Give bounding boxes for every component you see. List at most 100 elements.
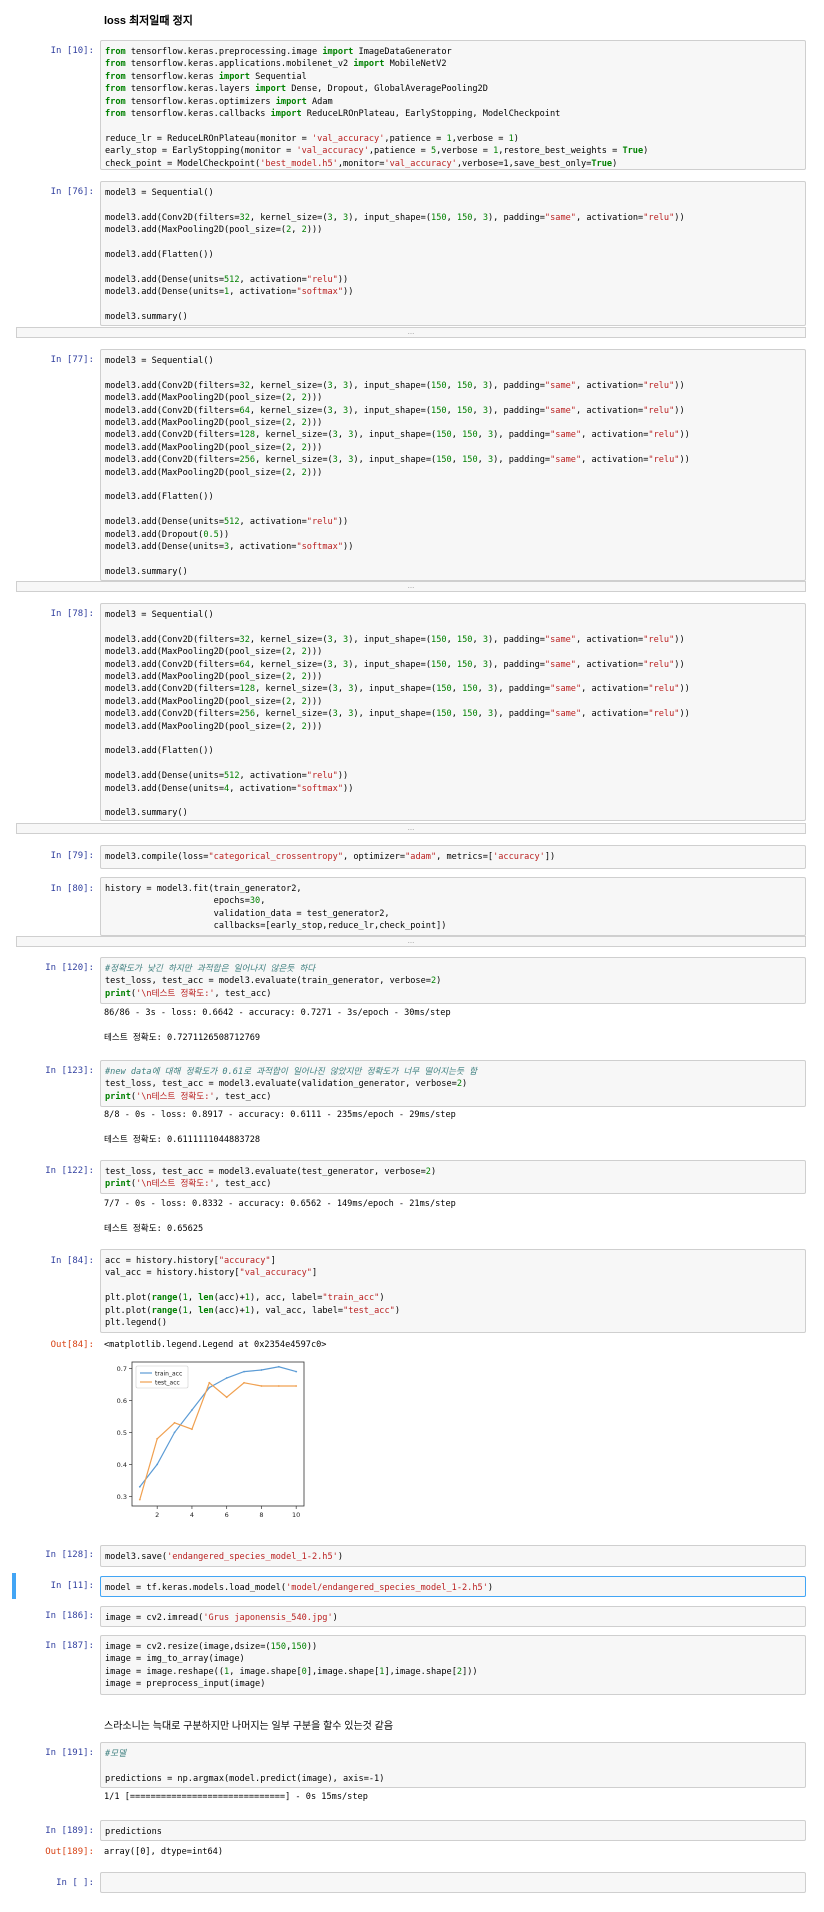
code-token: , bbox=[332, 212, 344, 223]
code-token: 512 bbox=[224, 517, 240, 528]
code-token: Adam bbox=[306, 96, 333, 107]
code-cell-imread[interactable]: image = cv2.imread('Grus japonensis_540.… bbox=[100, 1606, 806, 1627]
code-token: ), input_shape=( bbox=[348, 212, 432, 223]
code-token: , bbox=[337, 430, 349, 441]
output-eval-test: 7/7 - 0s - loss: 0.8332 - accuracy: 0.65… bbox=[104, 1198, 804, 1235]
code-cell-empty[interactable] bbox=[100, 1872, 806, 1893]
code-token: from bbox=[105, 59, 126, 70]
code-token: , bbox=[187, 1305, 199, 1316]
code-token: ))) bbox=[306, 647, 323, 658]
code-token: 0.5 bbox=[203, 529, 219, 540]
code-token: , bbox=[332, 659, 344, 670]
code-token: , bbox=[332, 380, 344, 391]
code-token: )) bbox=[674, 659, 685, 670]
code-token: ,verbose = bbox=[436, 146, 494, 157]
code-token: model3.add(MaxPooling2D(pool_size=( bbox=[105, 696, 287, 707]
code-cell-load-model[interactable]: model = tf.keras.models.load_model('mode… bbox=[100, 1576, 806, 1597]
code-token: , kernel_size=( bbox=[255, 455, 333, 466]
x-tick-label: 2 bbox=[155, 1511, 159, 1519]
prompt-in-77: In [77]: bbox=[50, 355, 94, 365]
code-cell-model-v2[interactable]: model3 = Sequential() model3.add(Conv2D(f… bbox=[100, 349, 806, 581]
code-token: ] bbox=[311, 1268, 318, 1279]
code-cell-eval-test[interactable]: test_loss, test_acc = model3.evaluate(te… bbox=[100, 1160, 806, 1194]
code-cell-preprocess[interactable]: image = cv2.resize(image,dsize=(150,150)… bbox=[100, 1635, 806, 1695]
code-token: , activation= bbox=[581, 684, 649, 695]
code-line: model3.add(Conv2D(filters=128, kernel_si… bbox=[105, 683, 801, 695]
code-token: ), padding= bbox=[488, 659, 545, 670]
code-line: image = preprocess_input(image) bbox=[105, 1678, 801, 1690]
code-line: model3.add(Flatten()) bbox=[105, 491, 801, 503]
code-token: )) bbox=[679, 684, 690, 695]
code-line: print('\n테스트 정확도:', test_acc) bbox=[105, 988, 801, 1000]
data-point-test_acc bbox=[260, 1385, 263, 1387]
output-line: 8/8 - 0s - loss: 0.8917 - accuracy: 0.61… bbox=[104, 1110, 456, 1120]
code-token: ImageDataGenerator bbox=[353, 47, 452, 57]
code-token: 150 bbox=[456, 380, 473, 391]
code-cell-imports[interactable]: from tensorflow.keras.preprocessing.imag… bbox=[100, 40, 806, 170]
code-token: ), padding= bbox=[488, 405, 545, 416]
code-token: 'accuracy' bbox=[493, 852, 545, 862]
code-token: from bbox=[105, 71, 126, 82]
code-cell-model-v3[interactable]: model3 = Sequential() model3.add(Conv2D(f… bbox=[100, 603, 806, 821]
collapsed-output-76[interactable]: ... bbox=[16, 327, 806, 338]
code-token: model3.add(MaxPooling2D(pool_size=( bbox=[105, 393, 287, 404]
code-cell-save-model[interactable]: model3.save('endangered_species_model_1-… bbox=[100, 1545, 806, 1567]
code-token: model3.add(Conv2D(filters= bbox=[105, 380, 240, 391]
code-token: 64 bbox=[239, 659, 250, 670]
collapsed-output-77[interactable]: ... bbox=[16, 581, 806, 592]
prompt-in-79: In [79]: bbox=[50, 851, 94, 861]
code-token: model3.save( bbox=[105, 1552, 168, 1562]
code-line: from tensorflow.keras import Sequential bbox=[105, 71, 801, 83]
code-line: model3.summary() bbox=[105, 807, 801, 819]
code-token: ,patience = bbox=[384, 133, 447, 144]
code-token: model = tf.keras.models.load_model( bbox=[105, 1583, 287, 1593]
code-token: 'endangered_species_model_1-2.h5' bbox=[167, 1552, 338, 1562]
code-line: early_stop = EarlyStopping(monitor = 'va… bbox=[105, 145, 801, 157]
code-token: , kernel_size=( bbox=[249, 212, 328, 223]
output-eval-train: 86/86 - 3s - loss: 0.6642 - accuracy: 0.… bbox=[104, 1007, 804, 1044]
code-token: tensorflow.keras.layers bbox=[125, 84, 256, 95]
code-token: tensorflow.keras.applications.mobilenet_… bbox=[125, 59, 354, 70]
code-line: #정확도가 낮긴 하지만 과적합은 일어나지 않은듯 하다 bbox=[105, 963, 801, 975]
code-cell-model-v1[interactable]: model3 = Sequential() model3.add(Conv2D(f… bbox=[100, 181, 806, 326]
code-line: model3.add(Conv2D(filters=32, kernel_siz… bbox=[105, 634, 801, 646]
code-token: )) bbox=[679, 455, 690, 466]
code-token: , kernel_size=( bbox=[255, 430, 333, 441]
code-token: range bbox=[151, 1293, 178, 1304]
code-token: , activation= bbox=[239, 517, 307, 528]
code-line: model3.add(Conv2D(filters=64, kernel_siz… bbox=[105, 405, 801, 417]
code-line: test_loss, test_acc = model3.evaluate(tr… bbox=[105, 975, 801, 987]
collapsed-output-78[interactable]: ... bbox=[16, 823, 806, 834]
legend-label-test_acc: test_acc bbox=[155, 1379, 180, 1386]
code-cell-eval-train[interactable]: #정확도가 낮긴 하지만 과적합은 일어나지 않은듯 하다 test_loss, … bbox=[100, 957, 806, 1004]
code-token: ), input_shape=( bbox=[353, 455, 437, 466]
code-token: ))) bbox=[306, 721, 323, 732]
code-token: "same" bbox=[544, 634, 576, 645]
code-cell-predictions[interactable]: predictions bbox=[100, 1820, 806, 1841]
data-point-test_acc bbox=[243, 1381, 245, 1384]
collapsed-output-80[interactable]: ... bbox=[16, 936, 806, 947]
code-cell-compile[interactable]: model3.compile(loss="categorical_crossen… bbox=[100, 845, 806, 869]
code-cell-fit[interactable]: history = model3.fit(train_generator2, e… bbox=[100, 877, 806, 936]
code-token: , bbox=[446, 380, 457, 391]
code-token: ), padding= bbox=[488, 380, 545, 391]
code-token: '\n테스트 정확도:' bbox=[136, 988, 215, 999]
code-cell-eval-validation[interactable]: #new data에 대해 정확도가 0.61로 과적합이 일어나진 않았지만 … bbox=[100, 1060, 806, 1107]
code-token: )) bbox=[337, 771, 349, 782]
code-cell-plot[interactable]: acc = history.history["accuracy"] val_acc… bbox=[100, 1249, 806, 1333]
code-token: model3.add(MaxPooling2D(pool_size=( bbox=[105, 647, 287, 658]
code-token: predictions = np.argmax(model.predict(im… bbox=[105, 1773, 385, 1784]
code-token: (acc)+ bbox=[213, 1305, 245, 1316]
code-token: model3.add(Flatten()) bbox=[105, 746, 214, 757]
code-token: #모델 bbox=[105, 1749, 126, 1759]
output-legend-repr: <matplotlib.legend.Legend at 0x2354e4597… bbox=[104, 1339, 804, 1351]
code-token: model3.add(Dropout( bbox=[105, 529, 204, 540]
data-point-test_acc bbox=[156, 1437, 159, 1440]
code-token: 150 bbox=[291, 1642, 307, 1652]
code-cell-predict[interactable]: #모델 predictions = np.argmax(model.predict… bbox=[100, 1742, 806, 1788]
code-line: image = cv2.resize(image,dsize=(150,150)… bbox=[105, 1641, 801, 1653]
data-point-train_acc bbox=[243, 1370, 245, 1373]
